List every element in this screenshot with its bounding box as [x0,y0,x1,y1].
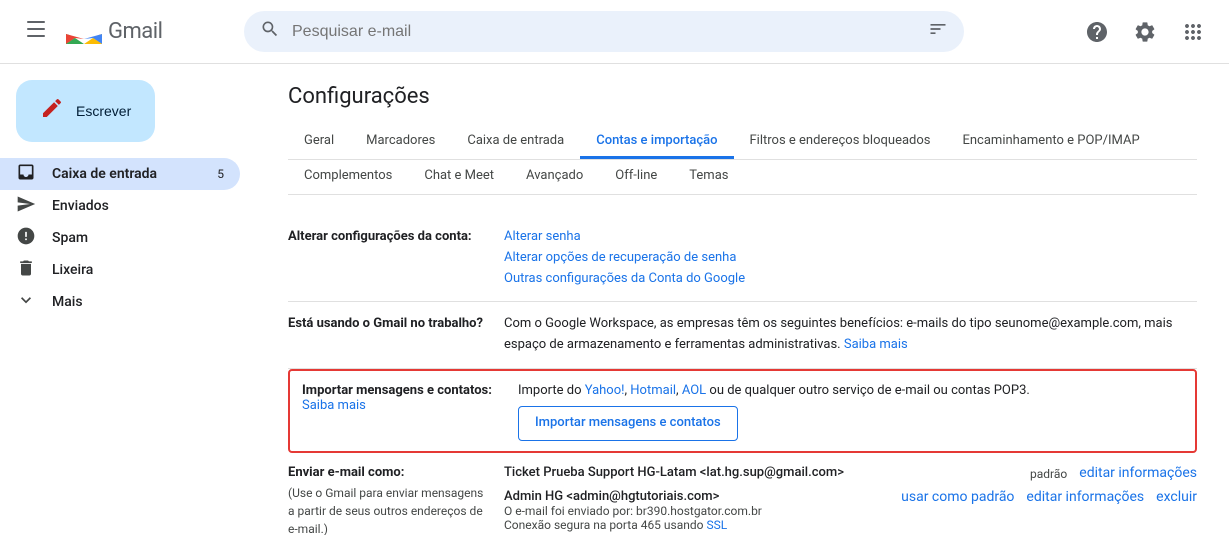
workspace-label: Está usando o Gmail no trabalho? [288,314,488,356]
sidebar-item-trash[interactable]: Lixeira [0,254,240,286]
search-icon [260,19,280,44]
gmail-logo: Gmail [64,17,162,47]
settings-row-alterar: Alterar configurações da conta: Alterar … [288,215,1197,302]
send-as-delete-2[interactable]: excluir [1156,489,1197,505]
alterar-recuperacao-link[interactable]: Alterar opções de recuperação de senha [504,250,736,265]
main-container: Escrever Caixa de entrada 5 Enviados Spa… [0,64,1229,535]
importar-label-text: Importar mensagens e contatos: [302,383,492,398]
tab-geral[interactable]: Geral [288,125,350,159]
gmail-m-icon [64,17,104,47]
send-as-actions-1: padrão editar informações [1030,465,1197,481]
importar-desc-end: ou de qualquer outro serviço de e-mail o… [706,383,1030,398]
alterar-label: Alterar configurações da conta: [288,227,488,289]
workspace-text: Com o Google Workspace, as empresas têm … [504,316,1172,352]
use-default-link[interactable]: usar como padrão [901,489,1014,505]
settings-row-send-as: Enviar e-mail como: (Use o Gmail para en… [288,453,1197,535]
send-as-sub2-2: Conexão segura na porta 465 usando SSL [504,518,893,532]
send-as-actions-2: usar como padrão editar informações excl… [901,489,1197,505]
send-as-badge-1: padrão [1030,465,1067,481]
tab-offline[interactable]: Off-line [599,160,673,194]
aol-link[interactable]: AOL [682,383,706,398]
page-title: Configurações [288,84,1197,109]
tab-avancado[interactable]: Avançado [510,160,599,194]
sidebar: Escrever Caixa de entrada 5 Enviados Spa… [0,64,256,535]
header-right [1077,12,1213,52]
gmail-text: Gmail [108,19,162,44]
send-as-entry-1: Ticket Prueba Support HG-Latam <lat.hg.s… [504,465,1197,481]
compose-label: Escrever [76,103,131,119]
tab-marcadores[interactable]: Marcadores [350,125,451,159]
spam-icon [16,226,36,251]
header-left: Gmail [16,12,236,52]
send-as-title-1: Ticket Prueba Support HG-Latam <lat.hg.s… [504,465,1022,480]
search-input[interactable] [292,23,916,41]
tab-contas[interactable]: Contas e importação [580,125,733,159]
more-label: Mais [52,294,83,310]
tabs-row-1: Geral Marcadores Caixa de entrada Contas… [288,125,1197,160]
send-as-name-2: Admin HG <admin@hgtutoriais.com> O e-mai… [504,489,893,532]
help-button[interactable] [1077,12,1117,52]
tabs-row-2: Complementos Chat e Meet Avançado Off-li… [288,160,1197,195]
yahoo-link[interactable]: Yahoo! [585,383,625,398]
alterar-value: Alterar senha Alterar opções de recupera… [504,227,1197,289]
importar-btn[interactable]: Importar mensagens e contatos [518,406,738,441]
settings-row-importar: Importar mensagens e contatos: Saiba mai… [288,369,1197,453]
send-as-title-2: Admin HG <admin@hgtutoriais.com> [504,489,893,504]
settings-table: Alterar configurações da conta: Alterar … [288,215,1197,535]
workspace-value: Com o Google Workspace, as empresas têm … [504,314,1197,356]
compose-pencil-icon [40,96,64,126]
trash-label: Lixeira [52,262,93,278]
sent-icon [16,194,36,219]
ssl-link[interactable]: SSL [706,518,727,532]
compose-button[interactable]: Escrever [16,80,155,142]
tab-encaminhamento[interactable]: Encaminhamento e POP/IMAP [946,125,1155,159]
send-as-entry-2: Admin HG <admin@hgtutoriais.com> O e-mai… [504,489,1197,532]
sidebar-item-spam[interactable]: Spam [0,222,240,254]
importar-desc-start: Importe do [518,383,585,398]
tab-complementos[interactable]: Complementos [288,160,408,194]
sent-label: Enviados [52,198,109,214]
hotmail-link[interactable]: Hotmail [630,383,676,398]
settings-row-workspace: Está usando o Gmail no trabalho? Com o G… [288,302,1197,369]
inbox-icon [16,162,36,187]
send-as-edit-2[interactable]: editar informações [1026,489,1144,505]
importar-label: Importar mensagens e contatos: Saiba mai… [302,381,502,441]
hamburger-button[interactable] [16,12,56,52]
send-as-desc: (Use o Gmail para enviar mensagens a par… [288,484,488,535]
tab-caixa[interactable]: Caixa de entrada [451,125,580,159]
sidebar-item-sent[interactable]: Enviados [0,190,240,222]
tab-filtros[interactable]: Filtros e endereços bloqueados [734,125,947,159]
settings-button[interactable] [1125,12,1165,52]
importar-value: Importe do Yahoo!, Hotmail, AOL ou de qu… [518,381,1183,441]
send-as-edit-1[interactable]: editar informações [1079,465,1197,481]
tab-temas[interactable]: Temas [673,160,744,194]
sidebar-item-inbox[interactable]: Caixa de entrada 5 [0,158,240,190]
filter-icon[interactable] [928,19,948,44]
spam-label: Spam [52,230,88,246]
search-bar[interactable] [244,11,964,52]
alterar-senha-link[interactable]: Alterar senha [504,229,581,244]
importar-saiba-mais[interactable]: Saiba mais [302,398,366,413]
send-as-label: Enviar e-mail como: (Use o Gmail para en… [288,465,488,535]
sidebar-item-more[interactable]: Mais [0,286,240,318]
workspace-saiba-mais[interactable]: Saiba mais [844,337,908,352]
send-as-main-label: Enviar e-mail como: [288,465,488,480]
tab-chat[interactable]: Chat e Meet [408,160,510,194]
send-as-entries: Ticket Prueba Support HG-Latam <lat.hg.s… [504,465,1197,535]
send-as-sub1-2: O e-mail foi enviado por: br390.hostgato… [504,504,893,518]
header: Gmail [0,0,1229,64]
trash-icon [16,258,36,283]
outras-config-link[interactable]: Outras configurações da Conta do Google [504,271,745,286]
hamburger-icon [27,20,45,44]
sub2-text: Conexão segura na porta 465 usando [504,518,706,532]
inbox-badge: 5 [217,167,224,181]
content-area: Configurações Geral Marcadores Caixa de … [256,64,1229,535]
inbox-label: Caixa de entrada [52,166,157,182]
more-icon [16,290,36,315]
apps-button[interactable] [1173,12,1213,52]
send-as-name-1: Ticket Prueba Support HG-Latam <lat.hg.s… [504,465,1022,480]
